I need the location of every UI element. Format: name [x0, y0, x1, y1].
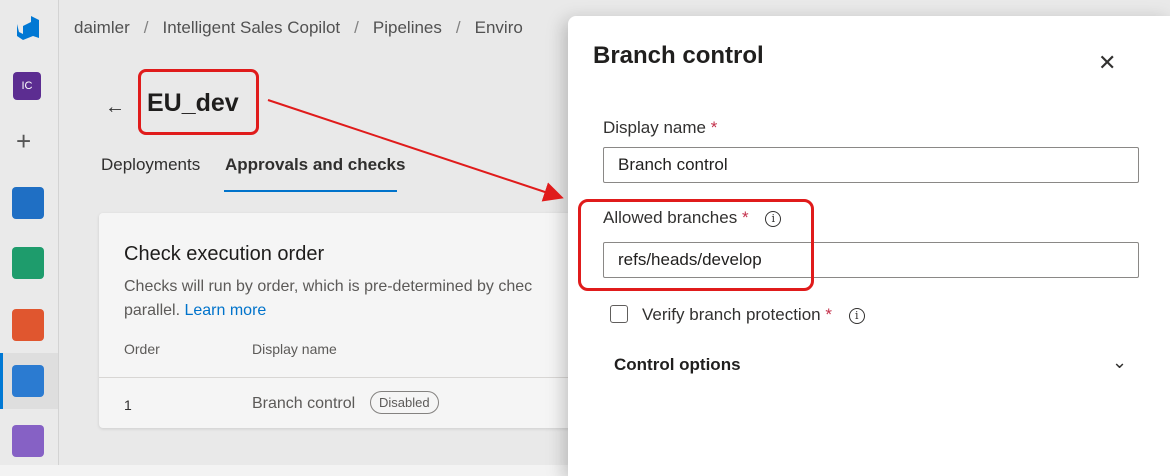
boards-icon[interactable] — [12, 187, 44, 219]
info-icon[interactable]: i — [848, 308, 865, 324]
annotation-highlight-allowed-branches — [578, 199, 814, 291]
control-options-header[interactable]: Control options — [614, 355, 741, 375]
add-icon[interactable]: + — [16, 128, 31, 154]
display-name-label: Display name * — [603, 118, 717, 138]
artifacts-icon[interactable] — [12, 425, 44, 457]
required-mark: * — [710, 118, 718, 137]
display-name-label-text: Display name — [603, 118, 706, 137]
test-plans-icon[interactable] — [12, 247, 44, 279]
verify-branch-protection-label: Verify branch protection * i — [642, 305, 865, 325]
panel-title: Branch control — [593, 42, 764, 69]
required-mark: * — [825, 305, 832, 324]
annotation-highlight-title — [138, 69, 259, 135]
left-nav-rail: IC + — [0, 0, 59, 465]
azure-devops-logo-icon[interactable] — [13, 14, 43, 44]
display-name-input[interactable]: Branch control — [603, 147, 1139, 183]
chevron-down-icon[interactable]: ⌄ — [1112, 352, 1127, 373]
close-icon[interactable]: ✕ — [1098, 50, 1116, 76]
project-avatar[interactable]: IC — [13, 72, 41, 100]
verify-branch-protection-checkbox[interactable] — [610, 305, 628, 323]
repos-icon[interactable] — [12, 309, 44, 341]
pipelines-icon[interactable] — [12, 365, 44, 397]
verify-branch-protection-text: Verify branch protection — [642, 305, 821, 324]
active-item-indicator — [0, 353, 3, 409]
